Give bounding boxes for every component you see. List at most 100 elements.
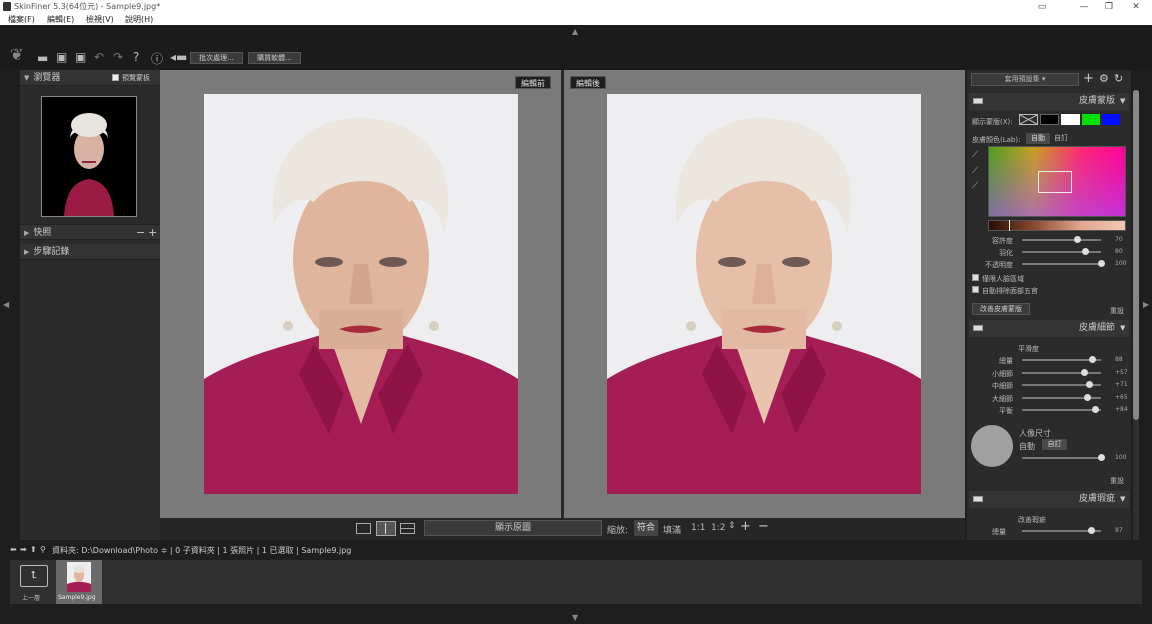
slider-knob[interactable] (1098, 260, 1105, 267)
after-photo[interactable] (607, 94, 921, 494)
buy-button[interactable]: 購買軟體... (248, 52, 301, 64)
maximize-button[interactable]: ❐ (1095, 0, 1123, 14)
section-toggle-icon[interactable] (973, 98, 983, 104)
menu-file[interactable]: 檔案(F) (8, 14, 35, 25)
preset-dropdown[interactable]: 套用預設集 ▾ (971, 73, 1079, 86)
mask-white-swatch[interactable] (1061, 114, 1080, 125)
face-only-checkbox[interactable] (972, 274, 979, 281)
section-toggle-icon[interactable] (973, 496, 983, 502)
add-preset-icon[interactable]: + (1083, 71, 1094, 86)
portrait-size-custom-button[interactable]: 自訂 (1042, 439, 1067, 450)
color-selection-box[interactable] (1038, 171, 1072, 193)
skin-color-picker[interactable] (988, 146, 1126, 217)
slider-knob[interactable] (1074, 236, 1082, 243)
path-text[interactable]: 資料夾: D:\Download\Photo ≑ | 0 子資料夾 | 1 張照… (52, 545, 351, 556)
info-icon[interactable]: ⓘ (151, 50, 163, 67)
mask-blue-swatch[interactable] (1102, 114, 1120, 125)
skin-color-custom-button[interactable]: 自訂 (1054, 133, 1068, 144)
slider-knob[interactable] (1091, 406, 1099, 413)
redo-icon[interactable]: ↷ (113, 50, 123, 64)
skin-detail-header[interactable]: 皮膚細節 ▼ (969, 320, 1129, 337)
restore-view-icon[interactable]: ▭ (1028, 0, 1056, 14)
history-header[interactable]: ▶ 步驟記錄 (20, 244, 160, 260)
section-toggle-icon[interactable] (973, 325, 983, 331)
filmstrip-thumb-selected[interactable]: Sample9.jpg (56, 560, 102, 604)
single-view-icon[interactable] (356, 523, 371, 534)
exclude-features-checkbox[interactable] (972, 286, 979, 293)
parent-folder-label[interactable]: 上一層 (22, 593, 40, 602)
skin-tone-gradient-bar[interactable] (988, 220, 1126, 231)
remove-snapshot-icon[interactable]: − (136, 225, 145, 241)
portrait-size-slider-knob[interactable] (1098, 454, 1105, 461)
save-as-icon[interactable]: ▣ (75, 50, 86, 64)
defect-amount-slider-knob[interactable] (1087, 527, 1095, 534)
split-divider[interactable] (561, 70, 564, 518)
slider-track[interactable] (1022, 409, 1101, 411)
collapse-top-icon[interactable]: ▲ (572, 27, 578, 36)
zoom-out-icon[interactable]: − (758, 519, 769, 534)
refresh-icon[interactable]: ↻ (1114, 72, 1123, 85)
save-icon[interactable]: ▣ (56, 50, 67, 64)
navigator-thumbnail[interactable] (41, 96, 137, 217)
zoom-fill-button[interactable]: 填滿 (663, 523, 681, 536)
skin-defect-header[interactable]: 皮膚瑕疵 ▼ (969, 491, 1129, 508)
help-icon[interactable]: ? (133, 50, 139, 64)
portrait-size-slider-track[interactable] (1022, 457, 1101, 459)
slider-knob[interactable] (1083, 393, 1091, 401)
mask-green-swatch[interactable] (1082, 114, 1100, 125)
menu-edit[interactable]: 編輯(E) (47, 14, 74, 25)
forward-arrow-icon[interactable]: ➡ (20, 545, 27, 554)
eyedropper-plus-icon[interactable]: ⟋ (972, 166, 978, 176)
gear-icon[interactable]: ⚙ (1099, 72, 1109, 85)
add-snapshot-icon[interactable]: + (148, 225, 157, 241)
collapse-bottom-icon[interactable]: ▼ (572, 613, 578, 622)
slider-knob[interactable] (1080, 368, 1088, 376)
slider-knob[interactable] (1086, 381, 1094, 388)
zoom-1-2-button[interactable]: 1:2 (711, 523, 725, 533)
eyedropper-minus-icon[interactable]: ⟋ (972, 181, 978, 191)
slider-knob[interactable] (1088, 356, 1096, 363)
skin-detail-reset-button[interactable]: 重設 (1110, 476, 1124, 486)
improve-mask-button[interactable]: 改善皮膚蒙版 (972, 303, 1030, 315)
skin-mask-header[interactable]: 皮膚蒙版 ▼ (969, 93, 1129, 110)
navigator-header[interactable]: ▼ 瀏覽器 預覽蒙板 (20, 70, 160, 86)
zoom-fit-button[interactable]: 符合 (634, 520, 658, 536)
zoom-1-1-button[interactable]: 1:1 (691, 523, 705, 533)
menu-view[interactable]: 檢視(V) (86, 14, 114, 25)
undo-icon[interactable]: ↶ (94, 50, 104, 64)
up-arrow-icon[interactable]: ⬆ (30, 545, 37, 554)
eyedropper-icon[interactable]: ⟋ (972, 150, 978, 160)
close-button[interactable]: ✕ (1122, 0, 1150, 14)
mask-none-swatch[interactable] (1019, 114, 1038, 125)
portrait-size-auto-button[interactable]: 自動 (1019, 441, 1035, 452)
image-viewer[interactable]: 編輯前 編輯後 (160, 70, 965, 518)
slider-track[interactable] (1022, 251, 1101, 253)
stacked-view-icon[interactable] (400, 523, 415, 534)
zoom-in-icon[interactable]: + (740, 519, 751, 534)
collapse-right-icon[interactable]: ▶ (1143, 300, 1149, 309)
show-original-button[interactable]: 顯示原圖 (424, 520, 602, 536)
minimize-button[interactable]: — (1070, 0, 1098, 14)
slider-track[interactable] (1022, 239, 1101, 241)
preview-mask-checkbox[interactable] (112, 74, 119, 81)
collapse-left-icon[interactable]: ◀ (3, 300, 9, 309)
snapshot-header[interactable]: ▶ 快照 − + (20, 224, 160, 240)
batch-button[interactable]: 批次處理... (190, 52, 243, 64)
skin-mask-reset-button[interactable]: 重設 (1110, 306, 1124, 316)
right-panel-scrollbar[interactable] (1133, 90, 1139, 540)
scrollbar-thumb[interactable] (1133, 90, 1139, 420)
mask-black-swatch[interactable] (1040, 114, 1059, 125)
slider-track[interactable] (1022, 263, 1101, 265)
search-icon[interactable]: ⚲ (40, 545, 46, 554)
open-folder-icon[interactable]: ▬ (37, 51, 48, 65)
compare-icon[interactable]: ◂▬ (170, 50, 187, 64)
zoom-stepper-icon[interactable]: ⇕ (728, 521, 736, 531)
split-view-icon[interactable] (376, 521, 396, 536)
skin-color-auto-button[interactable]: 自動 (1026, 133, 1050, 144)
back-arrow-icon[interactable]: ⬅ (10, 545, 17, 554)
slider-track[interactable] (1022, 371, 1101, 374)
folder-up-icon[interactable]: ⮤ (20, 565, 48, 587)
menu-help[interactable]: 說明(H) (125, 14, 153, 25)
slider-knob[interactable] (1082, 248, 1090, 255)
before-photo[interactable] (204, 94, 518, 494)
